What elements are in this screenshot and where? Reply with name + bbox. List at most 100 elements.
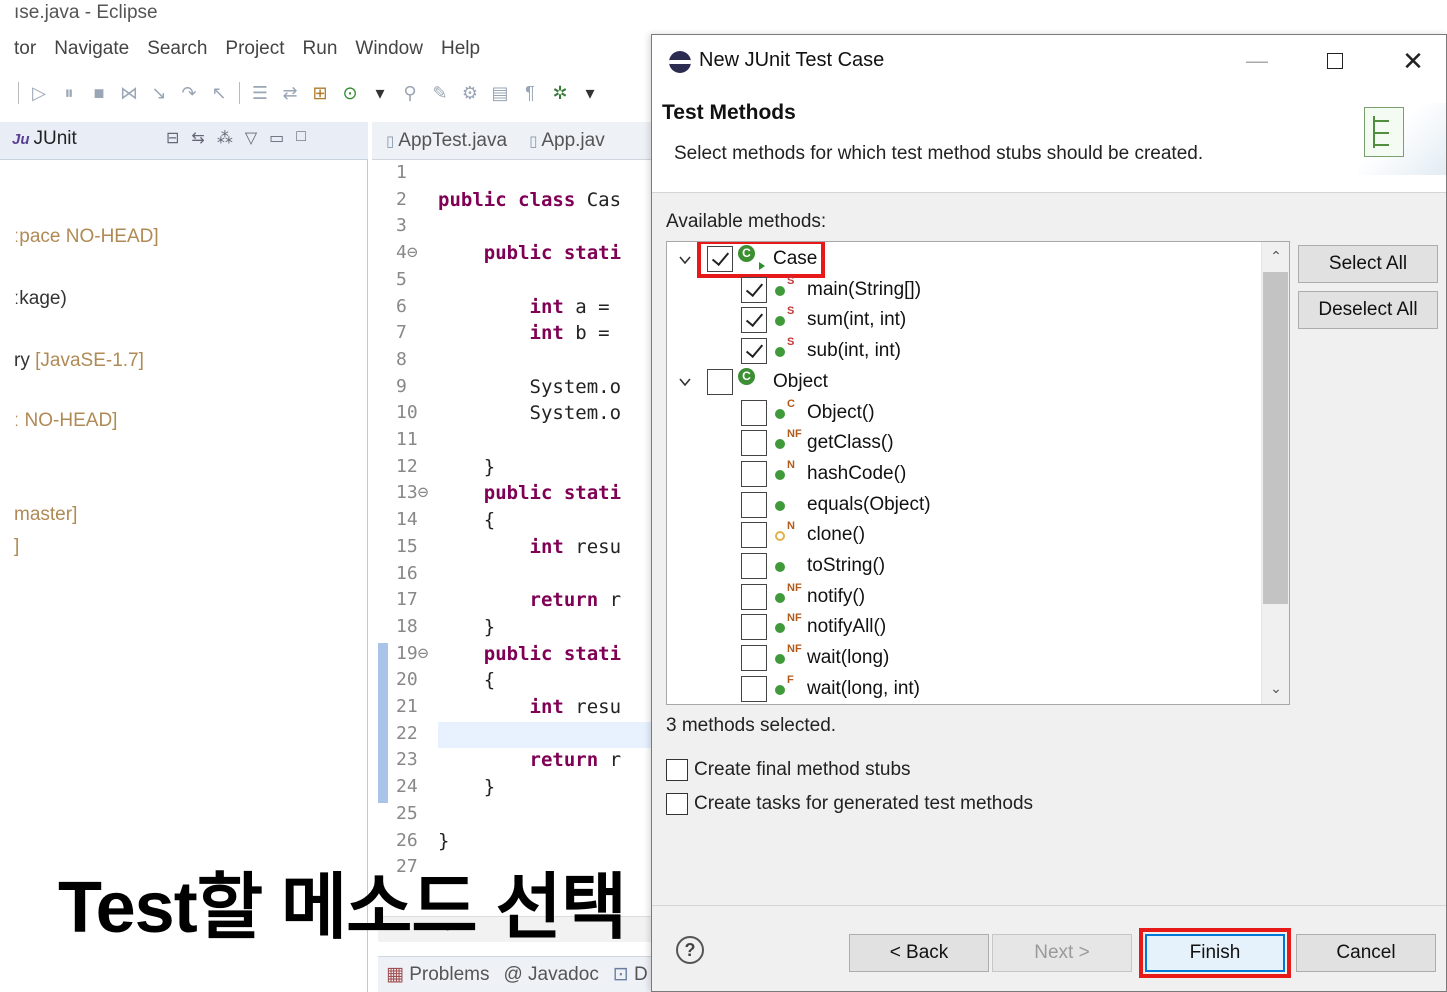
tab-javadoc[interactable]: @ Javadoc [503, 964, 598, 986]
search-icon[interactable]: ⚲ [400, 83, 420, 103]
tree-class-row[interactable]: C Object [667, 367, 1259, 398]
method-checkbox[interactable] [741, 675, 767, 702]
close-button[interactable]: ✕ [1390, 43, 1436, 79]
collapse-all-icon[interactable]: ⊟ [166, 128, 179, 148]
tree-method-row[interactable]: C Object() [667, 398, 1259, 429]
show-whitespace-icon[interactable]: ▤ [490, 83, 510, 103]
menu-item-editor[interactable]: tor [14, 38, 36, 60]
back-button[interactable]: < Back [849, 934, 989, 972]
method-checkbox[interactable] [741, 276, 767, 303]
tree-method-row[interactable]: toString() [667, 551, 1259, 582]
methods-tree-scrollbar[interactable]: ⌃ ⌄ [1261, 242, 1289, 704]
code-keyword: int [438, 295, 564, 318]
open-task-icon[interactable]: ⚙ [460, 83, 480, 103]
create-final-stubs-option[interactable]: Create final method stubs [666, 759, 911, 781]
view-menu-icon[interactable]: ▽ [245, 128, 257, 148]
dropdown-icon[interactable]: ▾ [370, 83, 390, 103]
menu-item-project[interactable]: Project [225, 38, 284, 60]
step-return-icon[interactable]: ↖ [209, 83, 229, 103]
use-step-filters-icon[interactable]: ⇄ [280, 83, 300, 103]
method-checkbox[interactable] [741, 645, 767, 672]
tab-junit[interactable]: Ju JUnit [12, 128, 77, 150]
project-tree-item[interactable]: ː NO-HEAD] [14, 410, 117, 432]
tab-declaration[interactable]: ⊡ D [613, 963, 648, 986]
step-over-icon[interactable]: ↷ [179, 83, 199, 103]
menu-item-window[interactable]: Window [355, 38, 423, 60]
paragraph-icon[interactable]: ¶ [520, 83, 540, 103]
problems-icon: ▦ [386, 964, 404, 985]
scrollbar-thumb[interactable] [1263, 272, 1288, 604]
resume-icon[interactable]: ▷ [29, 83, 49, 103]
class-icon: C [738, 367, 755, 385]
project-tree-item[interactable]: master] [14, 504, 77, 526]
methods-tree[interactable]: C Case Smain(String[]) Ssum(int, int) Ssub(i… [666, 241, 1290, 705]
build-icon[interactable]: ⊞ [310, 83, 330, 103]
scroll-up-icon[interactable]: ⌃ [1262, 242, 1289, 270]
help-icon[interactable]: ? [676, 936, 704, 964]
project-tree-item[interactable]: ːkage) [14, 288, 67, 310]
terminate-icon[interactable]: ■ [89, 83, 109, 103]
method-checkbox[interactable] [741, 522, 767, 549]
debug-bug-icon[interactable]: ✲ [550, 83, 570, 103]
step-into-icon[interactable]: ↘ [149, 83, 169, 103]
tree-method-row[interactable]: Ssum(int, int) [667, 305, 1259, 336]
minimize-icon[interactable]: ▭ [269, 128, 284, 148]
method-checkbox[interactable] [707, 368, 733, 395]
method-checkbox[interactable] [741, 491, 767, 518]
pen-icon[interactable]: ✎ [430, 83, 450, 103]
tree-method-row[interactable]: NF wait(long) [667, 643, 1259, 674]
menu-item-navigate[interactable]: Navigate [54, 38, 129, 60]
cancel-button[interactable]: Cancel [1296, 934, 1436, 972]
menu-item-help[interactable]: Help [441, 38, 480, 60]
tree-class-row[interactable]: C Case [667, 242, 1259, 278]
tab-apptest-java[interactable]: ▯ AppTest.java [386, 130, 507, 152]
method-checkbox[interactable] [741, 307, 767, 334]
select-all-button[interactable]: Select All [1298, 245, 1438, 283]
disconnect-icon[interactable]: ⋈ [119, 83, 139, 103]
tree-method-row[interactable]: Fwait(long, int) [667, 674, 1259, 704]
maximize-button[interactable] [1312, 43, 1358, 79]
method-checkbox[interactable] [741, 430, 767, 457]
method-checkbox[interactable] [741, 614, 767, 641]
project-tree-item[interactable]: ːpace NO-HEAD] [14, 226, 159, 248]
drop-to-frame-icon[interactable]: ☰ [250, 83, 270, 103]
project-tree-item[interactable]: ry [JavaSE-1.7] [14, 350, 144, 372]
tab-problems[interactable]: ▦ Problems [386, 963, 489, 986]
method-checkbox[interactable] [741, 553, 767, 579]
minimize-button[interactable]: — [1234, 43, 1280, 79]
method-checkbox[interactable] [741, 583, 767, 610]
tab-app-java[interactable]: ▯ App.jav [529, 130, 605, 152]
next-button[interactable]: Next > [992, 934, 1132, 972]
tree-method-row[interactable]: equals(Object) [667, 490, 1259, 521]
tree-method-row[interactable]: NhashCode() [667, 459, 1259, 490]
method-checkbox[interactable] [741, 338, 767, 365]
tree-method-row[interactable]: Ssub(int, int) [667, 336, 1259, 367]
suspend-icon[interactable]: ⏸ [59, 83, 79, 103]
code-text: System.o [438, 375, 622, 398]
code-text: a = [563, 295, 610, 318]
new-java-class-icon[interactable]: ⊙ [340, 83, 360, 103]
menu-item-run[interactable]: Run [303, 38, 338, 60]
create-tasks-option[interactable]: Create tasks for generated test methods [666, 793, 1033, 815]
tree-method-row[interactable]: NF notify() [667, 582, 1259, 613]
tree-method-row[interactable]: NF getClass() [667, 428, 1259, 459]
tree-method-row[interactable]: NF notifyAll() [667, 612, 1259, 643]
deselect-all-button[interactable]: Deselect All [1298, 291, 1438, 329]
method-checkbox[interactable] [741, 460, 767, 487]
project-tree-item[interactable]: ] [14, 536, 19, 558]
create-tasks-checkbox[interactable] [666, 793, 688, 815]
eclipse-menubar: tor Navigate Search Project Run Window H… [14, 38, 480, 60]
tree-method-row[interactable]: Smain(String[]) [667, 275, 1259, 306]
create-final-stubs-checkbox[interactable] [666, 759, 688, 781]
filter-icon[interactable]: ⁂ [217, 128, 233, 148]
menu-item-search[interactable]: Search [147, 38, 207, 60]
code-text: { [438, 509, 496, 532]
maximize-icon[interactable]: □ [296, 128, 306, 148]
method-checkbox[interactable] [741, 399, 767, 426]
tree-method-row[interactable]: Nclone() [667, 520, 1259, 551]
scroll-down-icon[interactable]: ⌄ [1262, 674, 1289, 702]
dropdown-icon[interactable]: ▾ [580, 83, 600, 103]
chevron-down-icon[interactable] [677, 252, 693, 268]
chevron-down-icon[interactable] [677, 374, 693, 390]
link-with-editor-icon[interactable]: ⇆ [191, 128, 204, 148]
